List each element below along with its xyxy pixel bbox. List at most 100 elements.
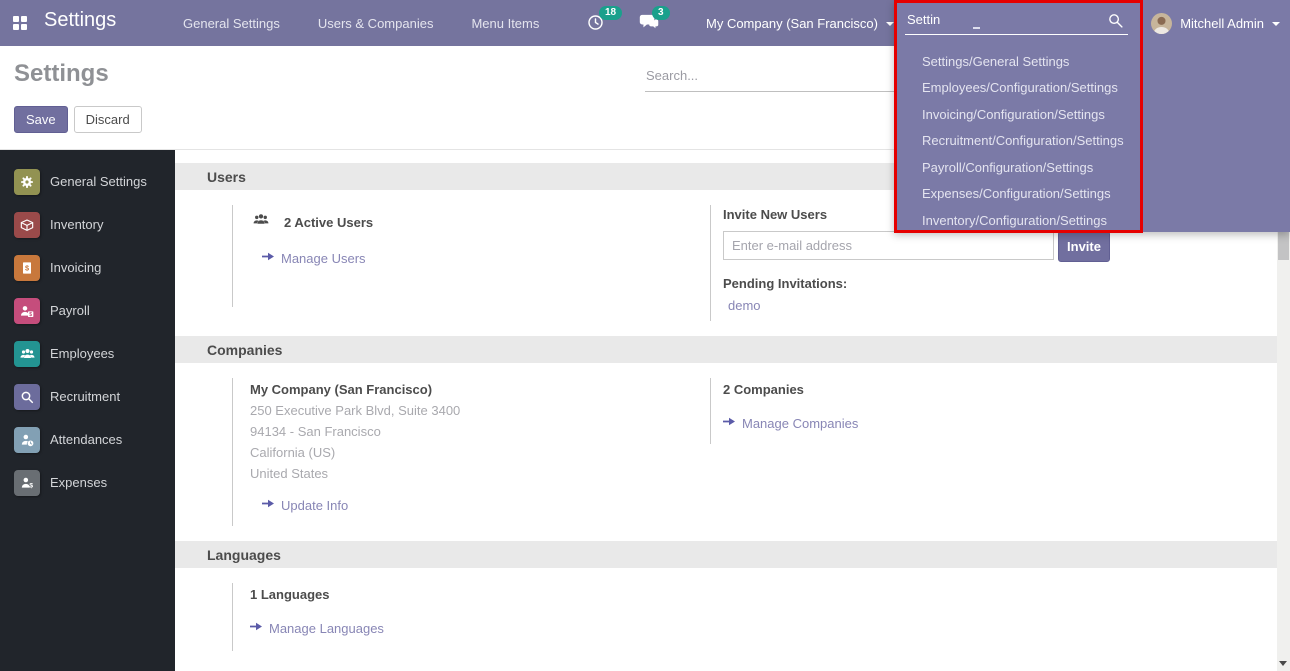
search-result-item[interactable]: Invoicing/Configuration/Settings	[894, 101, 1154, 128]
messages-button[interactable]: 3	[639, 13, 660, 33]
section-header-languages: Languages	[175, 541, 1290, 568]
app-brand-title[interactable]: Settings	[44, 9, 116, 32]
sidebar-item-employees[interactable]: Employees	[0, 332, 175, 375]
sidebar-item-label: Recruitment	[50, 389, 120, 404]
general-settings-app-icon	[14, 169, 40, 195]
search-result-item[interactable]: Recruitment/Configuration/Settings	[894, 128, 1154, 155]
sidebar-item-label: General Settings	[50, 174, 147, 189]
arrow-right-icon	[262, 496, 274, 514]
attendances-app-icon	[14, 427, 40, 453]
sidebar-item-label: Expenses	[50, 475, 107, 490]
company-address-line: 94134 - San Francisco	[250, 424, 710, 439]
company-name: My Company (San Francisco)	[250, 382, 710, 397]
company-address-line: United States	[250, 466, 710, 481]
user-menu-label: Mitchell Admin	[1180, 16, 1264, 31]
arrow-right-icon	[723, 414, 735, 432]
sidebar-item-recruitment[interactable]: Recruitment	[0, 375, 175, 418]
menu-menu-items[interactable]: Menu Items	[471, 16, 539, 31]
menu-search-results: Settings/General Settings Employees/Conf…	[894, 48, 1154, 234]
users-group-icon	[250, 211, 272, 233]
company-switcher[interactable]: My Company (San Francisco)	[706, 16, 894, 31]
company-switcher-label: My Company (San Francisco)	[706, 16, 878, 31]
invite-button[interactable]: Invite	[1058, 231, 1110, 262]
menu-search-field	[905, 8, 1128, 35]
activities-button[interactable]: 18	[586, 13, 605, 33]
navbar-menu: General Settings Users & Companies Menu …	[183, 0, 539, 46]
manage-companies-link[interactable]: Manage Companies	[723, 414, 1260, 432]
chevron-down-icon	[886, 22, 894, 26]
menu-users-companies[interactable]: Users & Companies	[318, 16, 434, 31]
menu-general-settings[interactable]: General Settings	[183, 16, 280, 31]
company-address-line: 250 Executive Park Blvd, Suite 3400	[250, 403, 710, 418]
search-result-item[interactable]: Settings/General Settings	[894, 48, 1154, 75]
manage-users-link[interactable]: Manage Users	[262, 249, 710, 267]
sidebar-item-invoicing[interactable]: $ Invoicing	[0, 246, 175, 289]
manage-languages-label: Manage Languages	[269, 621, 384, 636]
clock-icon	[586, 19, 605, 36]
arrow-right-icon	[262, 249, 274, 267]
companies-section-body: My Company (San Francisco) 250 Executive…	[175, 363, 1290, 528]
pending-invitations-label: Pending Invitations:	[723, 276, 1260, 291]
active-users-count: 2 Active Users	[284, 215, 373, 230]
sidebar-item-label: Inventory	[50, 217, 103, 232]
apps-grid-square	[13, 24, 19, 30]
scrollbar-thumb[interactable]	[1278, 232, 1289, 260]
sidebar-item-label: Employees	[50, 346, 114, 361]
sidebar-item-label: Payroll	[50, 303, 90, 318]
recruitment-app-icon	[14, 384, 40, 410]
search-icon[interactable]	[1107, 12, 1124, 34]
update-info-link[interactable]: Update Info	[262, 496, 710, 514]
chevron-down-icon	[1272, 22, 1280, 26]
apps-grid-square	[21, 24, 27, 30]
employees-app-icon	[14, 341, 40, 367]
companies-count-box: 2 Companies Manage Companies	[710, 378, 1260, 444]
manage-companies-label: Manage Companies	[742, 416, 858, 431]
chat-bubble-icon	[639, 19, 660, 36]
activities-badge: 18	[599, 6, 622, 20]
search-field	[645, 60, 897, 92]
scrollbar-down-arrow[interactable]	[1279, 661, 1287, 666]
svg-text:$: $	[25, 263, 29, 272]
company-info-box: My Company (San Francisco) 250 Executive…	[232, 378, 710, 526]
search-input[interactable]	[645, 60, 897, 83]
update-info-label: Update Info	[281, 498, 348, 513]
sidebar-item-payroll[interactable]: $ Payroll	[0, 289, 175, 332]
sidebar-item-label: Attendances	[50, 432, 122, 447]
companies-count: 2 Companies	[723, 382, 1260, 397]
expenses-app-icon: $	[14, 470, 40, 496]
save-button[interactable]: Save	[14, 106, 68, 133]
inventory-app-icon	[14, 212, 40, 238]
arrow-right-icon	[250, 619, 262, 637]
page-title: Settings	[14, 60, 109, 88]
languages-count: 1 Languages	[250, 587, 710, 602]
header-buttons: Save Discard	[14, 106, 142, 133]
languages-box: 1 Languages Manage Languages	[232, 583, 710, 651]
manage-languages-link[interactable]: Manage Languages	[250, 619, 710, 637]
apps-grid-square	[21, 16, 27, 22]
avatar	[1151, 13, 1172, 34]
manage-users-label: Manage Users	[281, 251, 366, 266]
search-result-item[interactable]: Employees/Configuration/Settings	[894, 75, 1154, 102]
systray: 18 3 My Company (San Francisco)	[586, 0, 894, 46]
sidebar-item-general-settings[interactable]: General Settings	[0, 160, 175, 203]
apps-grid-icon[interactable]	[13, 16, 27, 30]
pending-invitation-demo[interactable]: demo	[728, 298, 1260, 313]
active-users-box: 2 Active Users Manage Users	[232, 205, 710, 307]
sidebar-item-attendances[interactable]: Attendances	[0, 418, 175, 461]
company-address-line: California (US)	[250, 445, 710, 460]
search-result-item[interactable]: Expenses/Configuration/Settings	[894, 181, 1154, 208]
invite-email-input[interactable]	[723, 231, 1054, 260]
svg-text:$: $	[29, 482, 33, 489]
search-result-item[interactable]: Payroll/Configuration/Settings	[894, 154, 1154, 181]
user-menu[interactable]: Mitchell Admin	[1151, 0, 1280, 46]
vertical-scrollbar[interactable]	[1277, 232, 1290, 671]
menu-search-input[interactable]	[905, 8, 1085, 32]
messages-badge: 3	[652, 6, 670, 20]
sidebar-item-inventory[interactable]: Inventory	[0, 203, 175, 246]
search-result-item[interactable]: Inventory/Configuration/Settings	[894, 207, 1154, 234]
section-header-companies: Companies	[175, 336, 1290, 363]
sidebar-item-label: Invoicing	[50, 260, 101, 275]
invoicing-app-icon: $	[14, 255, 40, 281]
sidebar-item-expenses[interactable]: $ Expenses	[0, 461, 175, 504]
discard-button[interactable]: Discard	[74, 106, 142, 133]
